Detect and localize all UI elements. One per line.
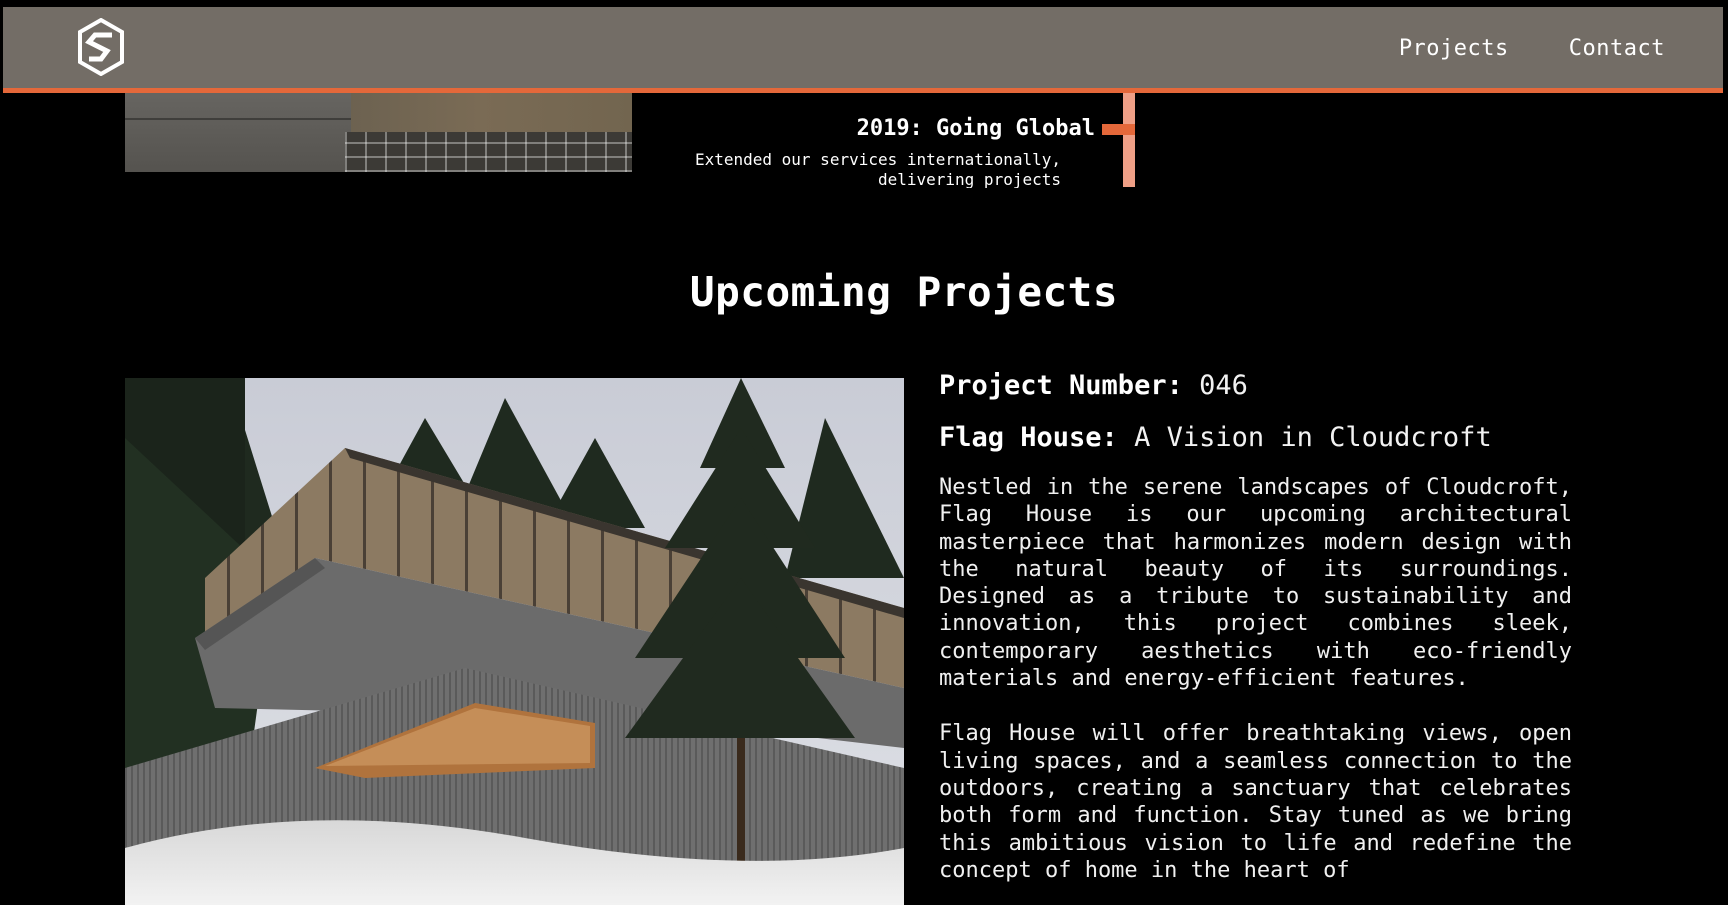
project-description: Nestled in the serene landscapes of Clou… [939,474,1572,884]
milestone-description: Extended our services internationally, d… [694,150,1061,188]
project-paragraph: Flag House will offer breathtaking views… [939,721,1572,883]
flag-house-rendering [125,378,904,905]
main-nav: Projects Contact [1399,36,1665,61]
nav-link-projects[interactable]: Projects [1399,36,1509,61]
section-title: Upcoming Projects [689,268,1119,316]
project-number: Project Number: 046 [939,370,1248,401]
studio-s-logo-icon[interactable] [77,18,125,76]
project-name: Flag House: A Vision in Cloudcroft [939,422,1492,453]
project-info: Project Number: 046 Flag House: A Vision… [939,370,1572,905]
timeline-bar [1123,92,1135,187]
project-paragraph: Nestled in the serene landscapes of Clou… [939,475,1572,692]
timeline-tick [1102,124,1135,135]
floor-grate [345,132,632,172]
project-image [125,378,904,905]
milestone-title: 2019: Going Global [856,116,1095,141]
site-header: Projects Contact [3,7,1723,93]
nav-link-contact[interactable]: Contact [1569,36,1665,61]
